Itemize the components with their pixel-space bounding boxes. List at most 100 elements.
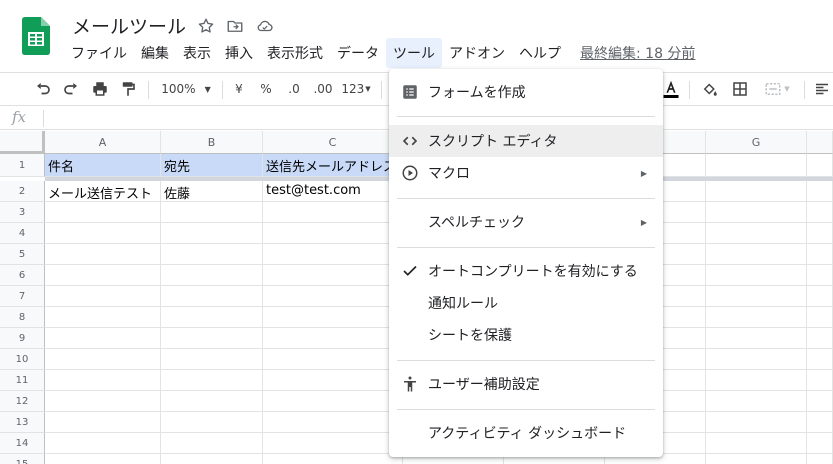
cell[interactable] [45,349,161,370]
cell[interactable] [807,370,833,391]
column-header-b[interactable]: B [161,131,263,154]
column-header-c[interactable]: C [263,131,403,154]
column-header-g[interactable]: G [706,131,807,154]
print-button[interactable] [89,73,111,105]
cell-c2[interactable]: test@test.com [263,181,403,202]
cell[interactable] [263,244,403,265]
cell[interactable] [807,454,833,464]
menu-item-notification-rules[interactable]: 通知ルール [389,287,663,319]
cell[interactable] [45,412,161,433]
increase-decimal-button[interactable]: .00 [310,73,336,105]
cell[interactable] [45,202,161,223]
cell-a2[interactable]: メール送信テスト [45,181,161,202]
menu-file[interactable]: ファイル [64,38,134,68]
cell[interactable] [263,265,403,286]
menu-data[interactable]: データ [330,38,386,68]
menu-edit[interactable]: 編集 [134,38,176,68]
decrease-decimal-button[interactable]: .0 [283,73,305,105]
row-header-15[interactable]: 15 [0,454,45,464]
cell[interactable] [706,412,807,433]
cell[interactable] [45,370,161,391]
menu-item-spelling[interactable]: スペルチェック ▶ [389,206,663,238]
undo-button[interactable] [32,73,54,105]
cell[interactable] [263,370,403,391]
cell[interactable] [706,433,807,454]
cell[interactable] [706,328,807,349]
cell[interactable] [161,244,263,265]
cell[interactable] [706,202,807,223]
cell-b2[interactable]: 佐藤 [161,181,263,202]
move-folder-icon[interactable] [226,17,244,35]
cell-c1[interactable]: 送信先メールアドレス [263,154,403,177]
cell[interactable] [263,202,403,223]
last-edit-link[interactable]: 最終編集: 18 分前 [580,43,695,63]
cell[interactable] [161,328,263,349]
cell[interactable] [161,412,263,433]
cell[interactable] [263,412,403,433]
cell-a1[interactable]: 件名 [45,154,161,177]
cell[interactable] [263,286,403,307]
cell[interactable] [45,265,161,286]
cell[interactable] [263,349,403,370]
cell[interactable] [45,307,161,328]
cell-b1[interactable]: 宛先 [161,154,263,177]
menu-item-create-form[interactable]: フォームを作成 [389,76,663,108]
cell[interactable] [706,307,807,328]
cell[interactable] [706,154,807,177]
cell[interactable] [706,454,807,464]
row-header-6[interactable]: 6 [0,265,45,286]
cloud-saved-icon[interactable] [256,17,274,35]
paint-format-button[interactable] [117,73,139,105]
cell[interactable] [45,244,161,265]
cell[interactable] [161,454,263,464]
cell[interactable] [807,181,833,202]
cell[interactable] [45,433,161,454]
cell[interactable] [807,223,833,244]
row-header-1[interactable]: 1 [0,154,45,177]
menu-tools[interactable]: ツール [386,38,442,68]
cell[interactable] [807,433,833,454]
cell[interactable] [263,328,403,349]
cell[interactable] [161,391,263,412]
cell[interactable] [45,286,161,307]
row-header-14[interactable]: 14 [0,433,45,454]
cell[interactable] [706,223,807,244]
cell[interactable] [45,223,161,244]
cell[interactable] [807,328,833,349]
row-header-5[interactable]: 5 [0,244,45,265]
menu-item-script-editor[interactable]: スクリプト エディタ [389,125,663,157]
row-header-12[interactable]: 12 [0,391,45,412]
menu-item-macros[interactable]: マクロ ▶ [389,157,663,189]
more-formats-button[interactable]: 123 ▼ [338,73,374,105]
redo-button[interactable] [60,73,82,105]
row-header-10[interactable]: 10 [0,349,45,370]
row-header-7[interactable]: 7 [0,286,45,307]
cell[interactable] [161,223,263,244]
text-color-button[interactable] [660,73,682,105]
cell[interactable] [706,391,807,412]
cell[interactable] [807,265,833,286]
menu-insert[interactable]: 挿入 [218,38,260,68]
currency-format-button[interactable]: ¥ [230,73,248,105]
cell[interactable] [807,244,833,265]
row-header-2[interactable]: 2 [0,181,45,202]
star-icon[interactable] [197,17,215,35]
column-header-h[interactable] [807,131,833,154]
document-title[interactable]: メールツール [72,12,186,39]
menu-help[interactable]: ヘルプ [512,38,568,68]
cell[interactable] [807,349,833,370]
menu-item-activity-dashboard[interactable]: アクティビティ ダッシュボード [389,417,663,449]
cell[interactable] [807,307,833,328]
menu-view[interactable]: 表示 [176,38,218,68]
align-left-button[interactable] [812,73,832,105]
fill-color-button[interactable] [699,73,721,105]
cell[interactable] [161,307,263,328]
column-header-a[interactable]: A [45,131,161,154]
percent-format-button[interactable]: % [257,73,275,105]
cell[interactable] [807,412,833,433]
cell[interactable] [263,433,403,454]
cell[interactable] [45,454,161,464]
cell[interactable] [161,265,263,286]
cell[interactable] [706,349,807,370]
cell[interactable] [161,202,263,223]
